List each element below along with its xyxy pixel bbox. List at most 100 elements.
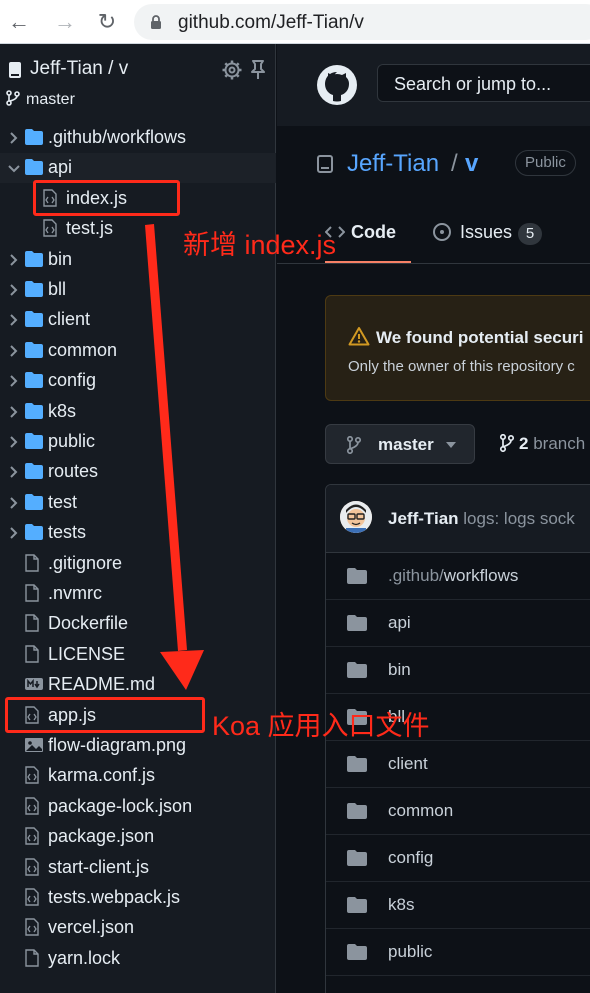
file-name[interactable]: public	[388, 942, 432, 962]
sidebar-item-start-client-js[interactable]: start-client.js	[0, 853, 276, 883]
sidebar-item-karma-conf-js[interactable]: karma.conf.js	[0, 761, 276, 791]
sidebar-item-public[interactable]: public	[0, 427, 276, 457]
chevron-right-icon	[10, 132, 18, 144]
sidebar-item-label: routes	[48, 461, 99, 482]
tabs-divider	[277, 263, 590, 264]
main-content: Search or jump to... Jeff-Tian / v Publi…	[277, 44, 590, 993]
file-name[interactable]: .github/workflows	[388, 566, 518, 586]
file-icon	[25, 645, 39, 663]
sidebar-item-nvmrc[interactable]: .nvmrc	[0, 579, 276, 609]
sidebar-item-package-lock-json[interactable]: package-lock.json	[0, 792, 276, 822]
branch-select-button[interactable]: master	[325, 424, 475, 464]
repo-owner-link[interactable]: Jeff-Tian	[347, 150, 439, 178]
file-row[interactable]: api	[326, 600, 590, 647]
sidebar-item-package-json[interactable]: package.json	[0, 822, 276, 852]
sidebar-item-config[interactable]: config	[0, 366, 276, 396]
lock-icon	[151, 15, 161, 29]
branches-label: branch	[533, 434, 586, 453]
sidebar-item-vercel-json[interactable]: vercel.json	[0, 913, 276, 943]
sidebar-item-label: tests.webpack.js	[48, 887, 181, 907]
github-logo-icon[interactable]	[315, 63, 359, 107]
sidebar-item-label: Dockerfile	[48, 613, 129, 634]
back-icon[interactable]: ←	[6, 9, 32, 35]
file-name[interactable]: config	[388, 848, 433, 868]
file-name[interactable]: k8s	[388, 895, 414, 915]
annotation-app-note: Koa 应用入口文件	[212, 711, 430, 741]
repo-name-link[interactable]: v	[465, 150, 478, 178]
browser-toolbar: ← → ↻ github.com/Jeff-Tian/v	[0, 0, 590, 44]
sidebar-item-label: .nvmrc	[48, 583, 102, 603]
highlight-app-js	[5, 697, 205, 733]
sidebar-branch[interactable]: master	[6, 90, 75, 109]
file-name[interactable]: client	[388, 754, 428, 774]
branch-icon	[499, 433, 515, 453]
branch-select-label: master	[378, 435, 434, 454]
sidebar-item-dockerfile[interactable]: Dockerfile	[0, 609, 276, 639]
file-row[interactable]: bin	[326, 647, 590, 694]
sidebar-item-label: public	[48, 431, 96, 451]
avatar-image	[340, 501, 372, 533]
sidebar-item-readme-md[interactable]: README.md	[0, 670, 276, 700]
avatar[interactable]	[340, 501, 372, 533]
file-code-icon	[25, 766, 39, 785]
file-row-name: api	[388, 613, 411, 632]
sidebar-item-client[interactable]: client	[0, 305, 276, 335]
tab-issues[interactable]: Issues 5	[432, 222, 543, 245]
search-input[interactable]: Search or jump to...	[377, 64, 590, 102]
sidebar-item-bll[interactable]: bll	[0, 275, 276, 305]
github-header: Search or jump to...	[277, 44, 590, 126]
sidebar-item-label: .gitignore	[48, 552, 123, 573]
sidebar-item-license[interactable]: LICENSE	[0, 640, 276, 670]
sidebar-item-test[interactable]: test	[0, 488, 276, 518]
sidebar-item-common[interactable]: common	[0, 336, 276, 366]
folder-icon	[347, 662, 367, 678]
sidebar-item-label: yarn.lock	[48, 947, 121, 968]
file-row[interactable]: k8s	[326, 882, 590, 929]
alert-title-text: We found potential securi	[376, 328, 584, 347]
repo-icon	[9, 62, 21, 78]
branches-count: 2	[519, 434, 529, 453]
reload-icon[interactable]: ↻	[94, 9, 120, 35]
address-bar[interactable]: github.com/Jeff-Tian/v	[134, 4, 590, 40]
gear-icon[interactable]	[222, 60, 242, 80]
file-row[interactable]: config	[326, 835, 590, 882]
sidebar-item-label: bin	[48, 248, 73, 269]
folder-icon	[347, 803, 367, 819]
sidebar-item-routes[interactable]: routes	[0, 457, 276, 487]
file-name[interactable]: common	[388, 801, 453, 821]
folder-icon	[347, 897, 367, 913]
alert-body: Only the owner of this repository c	[348, 358, 575, 375]
sidebar-item-gitignore[interactable]: .gitignore	[0, 549, 276, 579]
sidebar-repo-title[interactable]: Jeff-Tian / v	[30, 58, 128, 80]
file-row-prefix: .github/	[388, 566, 444, 585]
sidebar-item-api[interactable]: api	[0, 153, 276, 184]
sidebar-item-label: karma.conf.js	[48, 765, 156, 786]
file-icon	[25, 614, 39, 633]
branches-link[interactable]: 2 branch	[499, 433, 586, 454]
pin-icon[interactable]	[249, 60, 267, 80]
file-name[interactable]: api	[388, 613, 411, 633]
sidebar-item-tests[interactable]: tests	[0, 518, 276, 548]
file-name[interactable]: bin	[388, 660, 411, 680]
sidebar-item-tests-webpack-js[interactable]: tests.webpack.js	[0, 883, 276, 913]
commit-message-text: logs: logs sock	[463, 509, 575, 528]
file-row[interactable]: .github/workflows	[326, 553, 590, 600]
file-code-icon	[25, 797, 39, 815]
folder-icon	[347, 850, 367, 866]
file-icon	[25, 553, 39, 572]
sidebar-item-k8s[interactable]: k8s	[0, 397, 276, 427]
highlight-index-js	[33, 180, 180, 216]
sidebar-item-github-workflows[interactable]: .github/workflows	[0, 123, 276, 153]
file-row[interactable]: client	[326, 741, 590, 788]
sidebar-item-label: tests	[48, 522, 87, 543]
branch-icon	[346, 436, 362, 454]
branch-icon	[6, 90, 20, 106]
file-row[interactable]: common	[326, 788, 590, 835]
sidebar-item-yarn-lock[interactable]: yarn.lock	[0, 944, 276, 974]
chevron-right-icon	[10, 314, 18, 327]
commit-message[interactable]: Jeff-Tian logs: logs sock	[388, 509, 575, 529]
folder-icon	[347, 568, 367, 584]
file-row[interactable]: public	[326, 929, 590, 976]
sidebar-item-label: config	[48, 370, 97, 391]
forward-icon[interactable]: →	[52, 9, 78, 35]
